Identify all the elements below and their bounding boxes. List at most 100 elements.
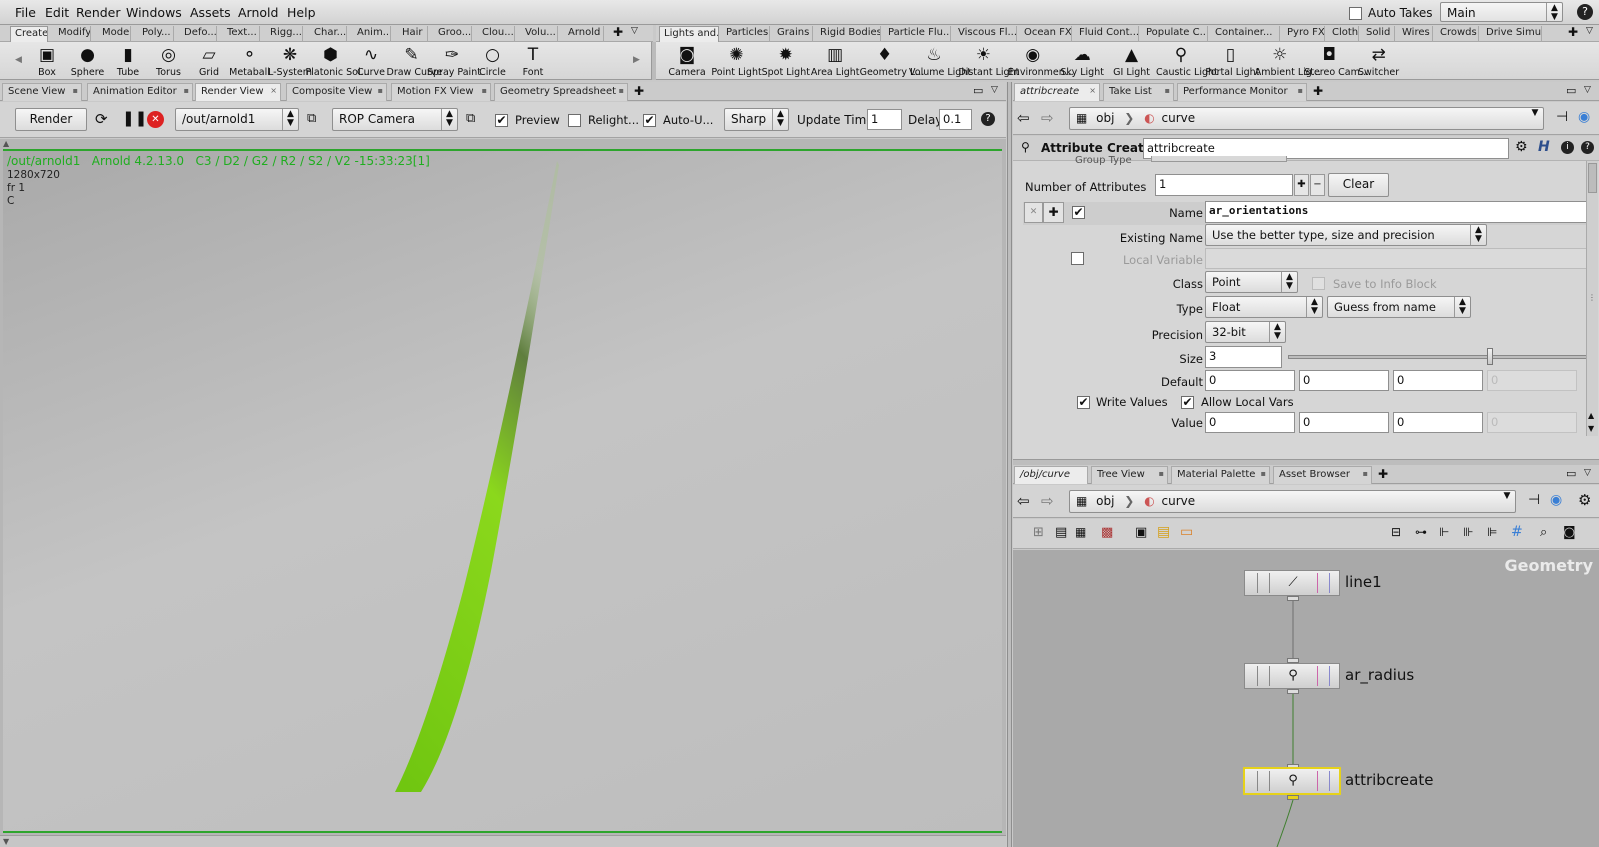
pin-icon[interactable]: ⊣ bbox=[1556, 109, 1568, 125]
shelf-tab-ocean-fx[interactable]: Ocean FX bbox=[1020, 26, 1072, 42]
maximize-pane-icon[interactable]: ▭ bbox=[973, 84, 983, 97]
help-icon[interactable]: ? bbox=[981, 112, 995, 126]
maximize-pane-icon[interactable]: ▭ bbox=[1566, 84, 1576, 97]
shelf-tab-particle-flu[interactable]: Particle Flu... bbox=[884, 26, 951, 42]
menu-file[interactable]: File bbox=[15, 5, 36, 20]
houdini-h-icon[interactable]: H bbox=[1538, 139, 1550, 155]
node-label-ar-radius[interactable]: ar_radius bbox=[1345, 666, 1414, 684]
shelf-tab-container[interactable]: Container... bbox=[1211, 26, 1280, 42]
add-tab-icon[interactable]: ✚ bbox=[634, 84, 644, 98]
shelf-tab-wires[interactable]: Wires bbox=[1398, 26, 1433, 42]
shelf-tab-character[interactable]: Char... bbox=[310, 26, 347, 42]
list-mode-icon[interactable]: ⊞ bbox=[1033, 525, 1044, 540]
shelf-menu-icon[interactable]: ▽ bbox=[1586, 26, 1593, 36]
value-field-2[interactable]: 0 bbox=[1393, 412, 1483, 433]
node-output-connector[interactable] bbox=[1287, 596, 1299, 601]
tool-geometry-light[interactable]: ♦ Geometry L... bbox=[860, 43, 925, 79]
remove-instance-icon[interactable]: ✕ bbox=[1024, 202, 1043, 223]
subnet-icon[interactable]: ▭ bbox=[1180, 524, 1193, 540]
write-values-checkbox[interactable]: ✔ bbox=[1077, 396, 1090, 409]
type-select[interactable]: Float ▲ ▼ bbox=[1205, 296, 1323, 318]
tool-portal-light[interactable]: ▯ Portal Light bbox=[1205, 43, 1259, 79]
link-icon[interactable]: ◉ bbox=[1550, 492, 1562, 508]
allow-local-vars-checkbox[interactable]: ✔ bbox=[1181, 396, 1194, 409]
shelf-tab-grooming[interactable]: Groo... bbox=[434, 26, 472, 42]
attr-enable-checkbox[interactable]: ✔ bbox=[1072, 206, 1085, 219]
camera-jump-icon[interactable]: ⧉ bbox=[466, 111, 475, 126]
scroll-left-icon[interactable]: ◀ bbox=[15, 55, 22, 65]
parm-scrollbar[interactable]: ⋮ ▲ ▼ bbox=[1586, 161, 1598, 436]
relight-checkbox[interactable] bbox=[568, 114, 581, 127]
shelf-tab-rigging[interactable]: Rigg... bbox=[266, 26, 303, 42]
default-field-1[interactable]: 0 bbox=[1299, 370, 1389, 391]
attr-name-field[interactable]: ar_orientations bbox=[1205, 201, 1592, 223]
shelf-tab-animation[interactable]: Anim... bbox=[353, 26, 391, 42]
guess-type-select[interactable]: Guess from name ▲ ▼ bbox=[1327, 296, 1471, 318]
rop-jump-icon[interactable]: ⧉ bbox=[307, 111, 316, 126]
parm-path-field[interactable]: ▦ obj ❯ ◐ curve ▼ bbox=[1069, 107, 1544, 130]
pane-menu-icon[interactable]: ▽ bbox=[991, 85, 998, 95]
pane-menu-icon[interactable]: ▽ bbox=[1584, 468, 1591, 478]
update-time-field[interactable]: 1 bbox=[867, 109, 902, 130]
pause-icon[interactable]: ❚❚ bbox=[122, 109, 147, 127]
info-icon[interactable]: i bbox=[1561, 141, 1574, 154]
tab-close-icon[interactable]: ▪ bbox=[184, 86, 189, 95]
node-label-attribcreate[interactable]: attribcreate bbox=[1345, 771, 1433, 789]
preview-eye-icon[interactable]: ◙ bbox=[1563, 525, 1576, 540]
shelf-tab-deform[interactable]: Defo... bbox=[180, 26, 217, 42]
node-line1[interactable]: ⟋ bbox=[1244, 570, 1340, 596]
tab-geometry-spreadsheet[interactable]: Geometry Spreadsheet ▪ bbox=[494, 83, 628, 101]
tool-point-light[interactable]: ✺ Point Light bbox=[711, 43, 761, 79]
layout-align-icon[interactable]: ⊪ bbox=[1463, 525, 1473, 539]
tab-close-icon[interactable]: × bbox=[270, 86, 277, 95]
tab-performance-monitor[interactable]: Performance Monitor ▪ bbox=[1177, 83, 1307, 101]
auto-update-checkbox[interactable]: ✔ bbox=[643, 114, 656, 127]
render-button[interactable]: Render bbox=[15, 108, 87, 131]
render-image[interactable]: /out/arnold1 Arnold 4.2.13.0 C3 / D2 / G… bbox=[3, 149, 1002, 833]
add-shelf-icon[interactable]: ✚ bbox=[613, 25, 623, 39]
shelf-menu-icon[interactable]: ▽ bbox=[631, 26, 638, 36]
shelf-tab-particles[interactable]: Particles bbox=[722, 26, 770, 42]
tool-switcher[interactable]: ⇄ Switcher bbox=[1354, 43, 1404, 79]
remove-attr-icon[interactable]: − bbox=[1310, 174, 1325, 196]
sticky-note-icon[interactable]: ▤ bbox=[1157, 524, 1170, 540]
scroll-down-icon[interactable]: ▼ bbox=[1588, 424, 1594, 433]
value-field-1[interactable]: 0 bbox=[1299, 412, 1389, 433]
shelf-tab-hair[interactable]: Hair bbox=[398, 26, 428, 42]
gear-icon[interactable]: ⚙ bbox=[1578, 491, 1591, 509]
node-output-connector[interactable] bbox=[1287, 795, 1299, 800]
forward-arrow-icon[interactable]: ⇨ bbox=[1041, 109, 1054, 127]
shelf-tab-cloth[interactable]: Cloth bbox=[1328, 26, 1359, 42]
tab-close-icon[interactable]: × bbox=[1089, 86, 1096, 95]
layout-tree-icon[interactable]: ⊩ bbox=[1439, 525, 1449, 539]
tool-gi-light[interactable]: ▲ GI Light bbox=[1107, 43, 1157, 79]
network-box-icon[interactable]: ▣ bbox=[1135, 525, 1147, 540]
tab-close-icon[interactable]: ▪ bbox=[619, 86, 624, 95]
tab-composite-view[interactable]: Composite View ▪ bbox=[286, 83, 387, 101]
size-slider-track[interactable] bbox=[1288, 348, 1590, 365]
tab-scene-view[interactable]: Scene View ▪ bbox=[2, 83, 82, 101]
shelf-tab-texture[interactable]: Text... bbox=[223, 26, 260, 42]
shelf-tab-populate-c[interactable]: Populate C... bbox=[1142, 26, 1208, 42]
path-root[interactable]: obj bbox=[1096, 494, 1114, 508]
shelf-tab-create[interactable]: Create bbox=[10, 26, 48, 42]
tab-tree-view[interactable]: Tree View ▪ bbox=[1091, 466, 1168, 484]
network-path-field[interactable]: ▦ obj ❯ ◐ curve ▼ bbox=[1069, 490, 1516, 513]
shelf-tab-model[interactable]: Model bbox=[98, 26, 131, 42]
precision-select[interactable]: 32-bit ▲ ▼ bbox=[1205, 321, 1286, 343]
back-arrow-icon[interactable]: ⇦ bbox=[1017, 109, 1030, 127]
node-attribcreate[interactable]: ⚲ bbox=[1243, 767, 1341, 795]
num-attrs-field[interactable]: 1 bbox=[1155, 174, 1293, 196]
tab-obj-curve[interactable]: /obj/curve bbox=[1014, 466, 1088, 484]
tool-spot-light[interactable]: ✹ Spot Light bbox=[761, 43, 811, 79]
shelf-tab-pyro-fx[interactable]: Pyro FX bbox=[1283, 26, 1325, 42]
menu-windows[interactable]: Windows bbox=[126, 5, 182, 20]
tab-close-icon[interactable]: ▪ bbox=[1261, 469, 1266, 478]
collapse-up-icon[interactable]: ▲ bbox=[3, 139, 9, 148]
menu-help[interactable]: Help bbox=[287, 5, 316, 20]
add-tab-icon[interactable]: ✚ bbox=[1313, 84, 1323, 98]
pin-icon[interactable]: ⊣ bbox=[1528, 492, 1540, 508]
help-icon[interactable]: ? bbox=[1581, 141, 1594, 154]
tab-close-icon[interactable]: ▪ bbox=[1298, 86, 1303, 95]
shelf-tab-crowds[interactable]: Crowds bbox=[1436, 26, 1479, 42]
